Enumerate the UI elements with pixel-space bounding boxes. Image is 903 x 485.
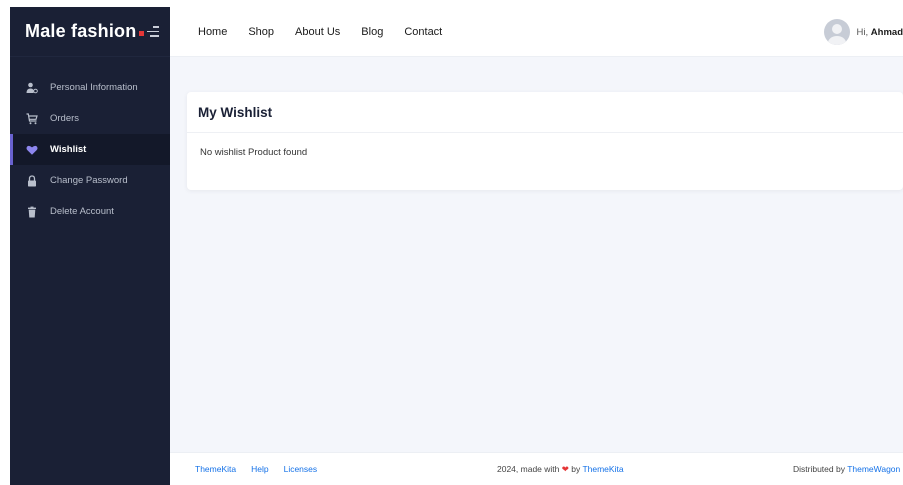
footer-link-licenses[interactable]: Licenses xyxy=(284,464,318,474)
page-title: My Wishlist xyxy=(198,104,273,120)
sidebar-item-label: Personal Information xyxy=(50,82,138,93)
footer-link-help[interactable]: Help xyxy=(251,464,268,474)
lock-icon xyxy=(26,174,38,187)
sidebar-item-label: Orders xyxy=(50,113,80,124)
sidebar-toggle-icon[interactable] xyxy=(147,26,159,38)
footer-links: ThemeKita Help Licenses xyxy=(195,464,332,474)
sidebar-item-wishlist[interactable]: Wishlist xyxy=(10,134,170,165)
sidebar-item-label: Change Password xyxy=(50,175,128,186)
nav-link-about-us[interactable]: About Us xyxy=(295,26,340,38)
brand[interactable]: Male fashion xyxy=(10,7,170,57)
sidebar-nav: Personal Information Orders Wishlist Cha… xyxy=(10,72,170,227)
sidebar-item-change-password[interactable]: Change Password xyxy=(10,165,170,196)
trash-icon xyxy=(26,206,38,218)
empty-message: No wishlist Product found xyxy=(200,147,308,158)
main-content: My Wishlist No wishlist Product found xyxy=(170,57,903,452)
user-greeting: Hi, xyxy=(856,26,869,38)
footer-distributed: Distributed by ThemeWagon xyxy=(793,464,900,474)
sidebar-item-personal-information[interactable]: Personal Information xyxy=(10,72,170,103)
distributed-prefix: Distributed by xyxy=(793,464,845,474)
credit-prefix: 2024, made with xyxy=(497,463,560,474)
user-cog-icon xyxy=(26,82,38,94)
brand-dot xyxy=(139,31,145,36)
footer: ThemeKita Help Licenses 2024, made with … xyxy=(170,452,903,485)
sidebar-item-delete-account[interactable]: Delete Account xyxy=(10,196,170,227)
sidebar-item-orders[interactable]: Orders xyxy=(10,103,170,134)
footer-link-themekita[interactable]: ThemeKita xyxy=(195,464,236,474)
cart-icon xyxy=(26,112,38,125)
wishlist-card: My Wishlist No wishlist Product found xyxy=(187,92,903,190)
credit-by: by xyxy=(571,463,581,474)
brand-logo[interactable]: Male fashion xyxy=(25,21,145,42)
user-menu[interactable]: Hi, Ahmad xyxy=(823,7,903,57)
user-name: Ahmad xyxy=(870,26,903,38)
nav-link-blog[interactable]: Blog xyxy=(361,26,383,38)
footer-credit: 2024, made with ❤ by ThemeKita xyxy=(497,464,624,475)
nav-link-shop[interactable]: Shop xyxy=(248,26,274,38)
nav-link-contact[interactable]: Contact xyxy=(404,26,442,38)
top-navbar: Home Shop About Us Blog Contact Hi, Ahma… xyxy=(170,7,903,57)
heart-icon: ❤ xyxy=(561,463,569,474)
distributed-link-themewagon[interactable]: ThemeWagon xyxy=(847,464,900,474)
credit-link-themekita[interactable]: ThemeKita xyxy=(582,464,623,474)
card-header: My Wishlist xyxy=(187,92,903,133)
nav-link-home[interactable]: Home xyxy=(198,26,227,38)
heart-icon xyxy=(26,144,38,156)
sidebar-item-label: Wishlist xyxy=(50,144,87,155)
card-body: No wishlist Product found xyxy=(187,133,903,158)
main-nav: Home Shop About Us Blog Contact xyxy=(198,7,463,57)
avatar[interactable] xyxy=(823,19,850,45)
sidebar-item-label: Delete Account xyxy=(50,206,114,217)
sidebar: Male fashion Personal Information Orders… xyxy=(10,7,170,485)
